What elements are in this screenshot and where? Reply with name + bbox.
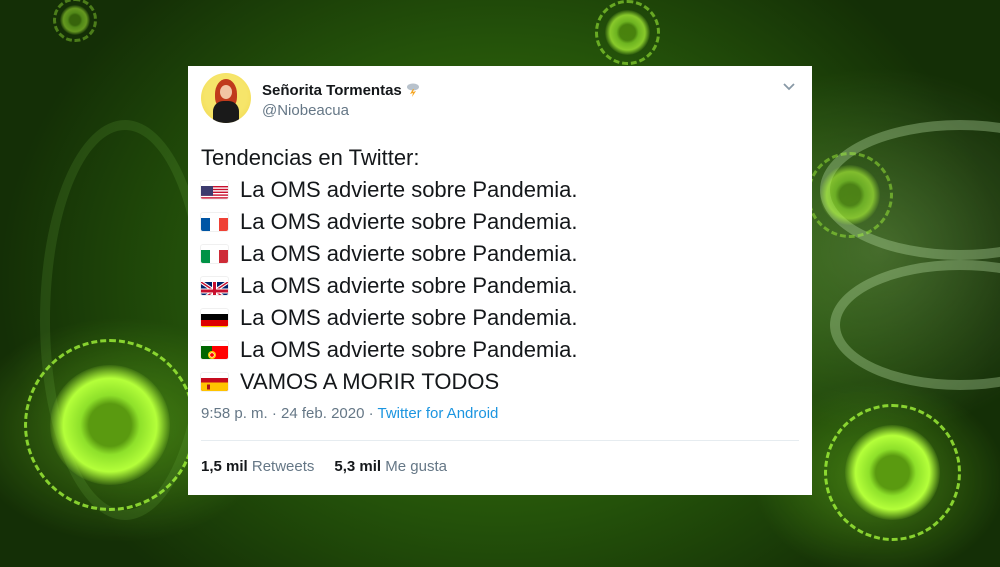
tweet-line: La OMS advierte sobre Pandemia. xyxy=(201,206,799,238)
tweet-text: Tendencias en Twitter: La OMS advierte s… xyxy=(201,142,799,398)
tweet-line: La OMS advierte sobre Pandemia. xyxy=(201,238,799,270)
user-handle[interactable]: @Niobeacua xyxy=(262,102,349,119)
tweet-stats: 1,5 mil Retweets 5,3 mil Me gusta xyxy=(201,458,447,475)
tweet-source-link[interactable]: Twitter for Android xyxy=(378,405,499,422)
retweets-count: 1,5 mil xyxy=(201,458,248,475)
us-flag-icon xyxy=(201,181,228,199)
tweet-meta: 9:58 p. m. · 24 feb. 2020 · Twitter for … xyxy=(201,405,498,422)
display-name[interactable]: Señorita Tormentas xyxy=(262,82,402,99)
tweet-line: La OMS advierte sobre Pandemia. xyxy=(201,174,799,206)
it-flag-icon xyxy=(201,245,228,263)
tweet-line: VAMOS A MORIR TODOS xyxy=(201,366,799,398)
chevron-down-icon[interactable] xyxy=(780,77,798,95)
tweet-line-text: La OMS advierte sobre Pandemia. xyxy=(240,209,578,234)
pt-flag-icon xyxy=(201,341,228,359)
tweet-line: La OMS advierte sobre Pandemia. xyxy=(201,302,799,334)
retweets-stat[interactable]: 1,5 mil Retweets xyxy=(201,458,314,475)
es-flag-icon xyxy=(201,373,228,391)
retweets-label: Retweets xyxy=(251,458,315,475)
tweet-line-text: La OMS advierte sobre Pandemia. xyxy=(240,177,578,202)
storm-cloud-icon xyxy=(405,81,421,99)
display-name-row[interactable]: Señorita Tormentas xyxy=(262,81,421,99)
avatar[interactable] xyxy=(201,73,251,123)
tweet-line-text: VAMOS A MORIR TODOS xyxy=(240,369,500,394)
tweet-line-text: La OMS advierte sobre Pandemia. xyxy=(240,241,578,266)
tweet-line: La OMS advierte sobre Pandemia. xyxy=(201,334,799,366)
tweet-line-text: La OMS advierte sobre Pandemia. xyxy=(240,337,578,362)
divider xyxy=(201,440,799,441)
tweet-timestamp[interactable]: 9:58 p. m. · 24 feb. 2020 · xyxy=(201,405,378,422)
tweet-line-text: La OMS advierte sobre Pandemia. xyxy=(240,273,578,298)
tweet-line: La OMS advierte sobre Pandemia. xyxy=(201,270,799,302)
tweet-card: Señorita Tormentas @Niobeacua Tendencias… xyxy=(188,66,812,495)
likes-label: Me gusta xyxy=(385,458,447,475)
likes-stat[interactable]: 5,3 mil Me gusta xyxy=(334,458,447,475)
tweet-line-text: La OMS advierte sobre Pandemia. xyxy=(240,305,578,330)
likes-count: 5,3 mil xyxy=(334,458,382,475)
fr-flag-icon xyxy=(201,213,228,231)
de-flag-icon xyxy=(201,309,228,327)
gb-flag-icon xyxy=(201,277,228,295)
tweet-intro: Tendencias en Twitter: xyxy=(201,145,420,170)
